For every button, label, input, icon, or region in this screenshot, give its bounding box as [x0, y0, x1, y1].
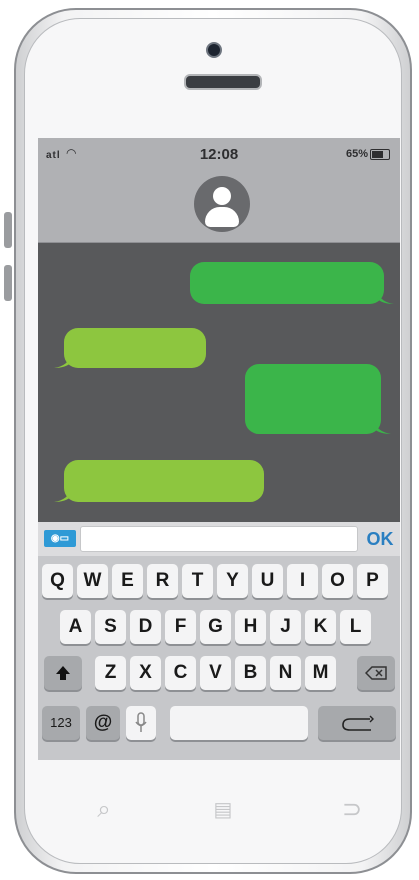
key-n[interactable]: N: [270, 656, 301, 690]
avatar-body: [205, 207, 239, 227]
key-m[interactable]: M: [305, 656, 336, 690]
camera-icon[interactable]: ◉▭: [44, 530, 76, 547]
key-x[interactable]: X: [130, 656, 161, 690]
key-d[interactable]: D: [130, 610, 161, 644]
message-input[interactable]: [80, 526, 358, 552]
key-s[interactable]: S: [95, 610, 126, 644]
key-b[interactable]: B: [235, 656, 266, 690]
numbers-key[interactable]: 123: [42, 706, 80, 740]
key-k[interactable]: K: [305, 610, 336, 644]
phone-bottom-bar: ⌕ ▤ ⊃: [0, 790, 419, 830]
return-arrow-icon[interactable]: [318, 706, 396, 740]
key-c[interactable]: C: [165, 656, 196, 690]
message-input-row: ◉▭ OK: [38, 522, 400, 556]
message-bubble-incoming[interactable]: [54, 328, 206, 368]
back-icon[interactable]: ⊃: [332, 790, 372, 830]
key-y[interactable]: Y: [217, 564, 248, 598]
status-bar: atl ◠ 12:08 65%: [38, 138, 400, 170]
key-j[interactable]: J: [270, 610, 301, 644]
key-p[interactable]: P: [357, 564, 388, 598]
key-g[interactable]: G: [200, 610, 231, 644]
microphone-glyph: [135, 712, 147, 732]
backspace-icon[interactable]: [357, 656, 395, 690]
bubble-tail: [373, 420, 391, 434]
message-bubble-incoming[interactable]: [54, 460, 264, 502]
key-i[interactable]: I: [287, 564, 318, 598]
key-a[interactable]: A: [60, 610, 91, 644]
key-z[interactable]: Z: [95, 656, 126, 690]
key-q[interactable]: Q: [42, 564, 73, 598]
volume-down-button[interactable]: [4, 265, 12, 301]
volume-up-button[interactable]: [4, 212, 12, 248]
microphone-icon[interactable]: [126, 706, 156, 740]
backspace-glyph: [364, 666, 387, 680]
key-t[interactable]: T: [182, 564, 213, 598]
message-bubble-outgoing[interactable]: [245, 364, 391, 434]
key-o[interactable]: O: [322, 564, 353, 598]
return-arrow-glyph: [342, 715, 374, 731]
person-avatar-icon[interactable]: [194, 176, 250, 232]
bubble-tail: [376, 290, 394, 304]
bubble-tail: [54, 488, 72, 502]
key-r[interactable]: R: [147, 564, 178, 598]
speaker-grille: [184, 74, 262, 90]
shift-arrow-icon[interactable]: [44, 656, 82, 690]
key-e[interactable]: E: [112, 564, 143, 598]
front-camera: [206, 42, 222, 58]
keyboard: Q W E R T Y U I O P A S D F G H J K L Z …: [38, 556, 400, 760]
battery-icon: [370, 149, 390, 160]
key-u[interactable]: U: [252, 564, 283, 598]
avatar-head: [213, 187, 231, 205]
key-f[interactable]: F: [165, 610, 196, 644]
bubble-tail: [54, 354, 72, 368]
search-icon[interactable]: ⌕: [84, 790, 124, 830]
message-bubble-outgoing[interactable]: [190, 262, 394, 304]
send-button[interactable]: OK: [362, 526, 398, 552]
key-l[interactable]: L: [340, 610, 371, 644]
space-key[interactable]: [170, 706, 308, 740]
battery-percent: 65%: [345, 148, 368, 160]
contact-header: [38, 170, 400, 243]
shift-arrow-glyph: [56, 665, 70, 680]
key-h[interactable]: H: [235, 610, 266, 644]
key-w[interactable]: W: [77, 564, 108, 598]
at-key[interactable]: @: [86, 706, 120, 740]
key-v[interactable]: V: [200, 656, 231, 690]
phone-screen: atl ◠ 12:08 65% ◉▭ OK Q W E R T Y U I O: [38, 138, 400, 760]
menu-icon[interactable]: ▤: [211, 790, 235, 830]
